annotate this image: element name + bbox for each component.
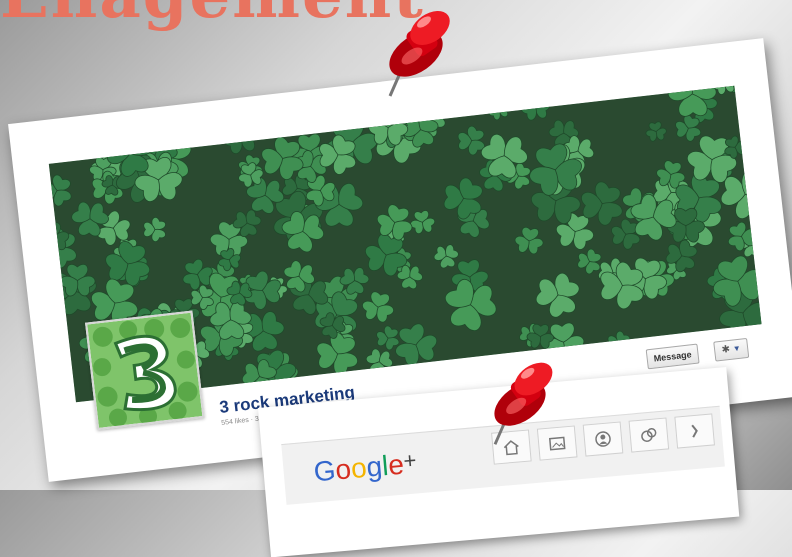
- circles-icon[interactable]: [628, 417, 670, 453]
- profile-picture[interactable]: [85, 310, 205, 431]
- message-button[interactable]: Message: [645, 343, 700, 370]
- push-pin-icon: [493, 362, 553, 445]
- profile-icon[interactable]: [582, 421, 624, 457]
- more-icon[interactable]: [674, 413, 715, 449]
- slide-title: Enagement: [0, 0, 425, 33]
- chevron-down-icon: ▼: [732, 343, 742, 354]
- gear-icon: ✱: [721, 343, 731, 356]
- google-plus-logo[interactable]: Google+: [312, 447, 418, 488]
- push-pin-icon: [388, 10, 450, 97]
- settings-button[interactable]: ✱ ▼: [713, 337, 750, 362]
